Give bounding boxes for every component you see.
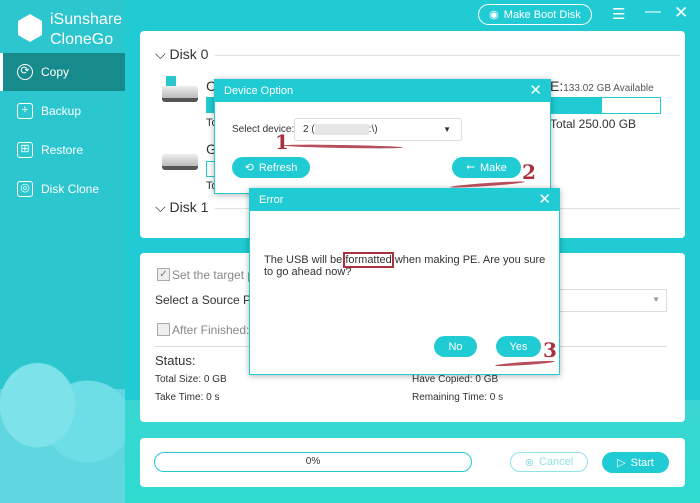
device-select-prefix: 2 ( bbox=[303, 124, 315, 136]
no-button[interactable]: No bbox=[434, 336, 477, 357]
make-boot-disk-label: Make Boot Disk bbox=[503, 8, 581, 21]
chevron-down-icon: ▼ bbox=[443, 125, 451, 134]
progress-text: 0% bbox=[305, 456, 321, 467]
after-finished-label: After Finished: bbox=[172, 323, 250, 337]
dialog-title: Device Option bbox=[224, 85, 294, 97]
app-name-line2: CloneGo bbox=[50, 31, 114, 48]
remaining-time: Remaining Time: 0 s bbox=[412, 392, 504, 403]
refresh-icon: ⟲ bbox=[244, 162, 254, 174]
drive-e-letter: E: bbox=[550, 78, 564, 94]
windows-logo-icon bbox=[166, 76, 176, 86]
copy-icon: ⟳ bbox=[17, 64, 33, 80]
select-source-label: Select a Source Pa bbox=[155, 293, 258, 307]
progress-bar: 0% bbox=[154, 452, 472, 472]
yes-label: Yes bbox=[509, 340, 528, 353]
disk0-label: Disk 0 bbox=[169, 46, 209, 62]
highlighted-word: formatted bbox=[343, 252, 394, 268]
app-name: iSunshare CloneGo bbox=[50, 10, 122, 50]
menu-icon[interactable]: ☰ bbox=[612, 5, 625, 23]
sidebar-item-label: Disk Clone bbox=[41, 182, 100, 196]
disk1-header[interactable]: ⌵ Disk 1 bbox=[155, 199, 208, 216]
windows-drive-icon bbox=[162, 86, 198, 102]
cancel-icon: ⊗ bbox=[524, 456, 534, 469]
annotation-step-1: 1 bbox=[275, 130, 289, 154]
make-boot-disk-button[interactable]: ◉ Make Boot Disk bbox=[478, 4, 592, 25]
usb-icon: ⭠ bbox=[466, 161, 475, 173]
refresh-label: Refresh bbox=[258, 161, 298, 174]
redacted-area bbox=[314, 124, 369, 135]
disc-icon: ◉ bbox=[489, 9, 499, 21]
action-panel: 0% ⊗ Cancel ▷ Start bbox=[140, 438, 685, 487]
app-name-line1: iSunshare bbox=[50, 11, 123, 28]
cancel-button[interactable]: ⊗ Cancel bbox=[510, 452, 588, 472]
device-select-suffix: :\) bbox=[368, 124, 378, 136]
have-copied: Have Copied: 0 GB bbox=[412, 374, 499, 385]
drive-e-available: 133.02 GB Available bbox=[563, 83, 654, 94]
sidebar-item-label: Backup bbox=[41, 104, 82, 118]
sidebar-item-label: Copy bbox=[41, 65, 70, 79]
message-part: The USB will be bbox=[264, 254, 346, 266]
drive-e[interactable]: E:133.02 GB Available bbox=[550, 78, 654, 96]
dialog-header: Error ✕ bbox=[250, 189, 559, 211]
device-select[interactable]: 2 ( :\) ▼ bbox=[294, 118, 462, 141]
drive-e-bar-fill bbox=[551, 98, 603, 113]
close-icon[interactable]: ✕ bbox=[529, 80, 542, 102]
sidebar-item-restore[interactable]: ⊞ Restore bbox=[0, 131, 125, 169]
set-target-checkbox[interactable]: ✓ bbox=[157, 268, 170, 281]
after-finished-checkbox[interactable] bbox=[157, 323, 170, 336]
refresh-button[interactable]: ⟲ Refresh bbox=[232, 157, 310, 178]
sidebar-item-label: Restore bbox=[41, 143, 84, 157]
close-icon[interactable]: ✕ bbox=[674, 3, 688, 23]
disk-clone-icon: ◎ bbox=[17, 181, 33, 197]
make-button[interactable]: ⭠ Make bbox=[452, 157, 521, 178]
set-target-option[interactable]: ✓ Set the target pa bbox=[157, 268, 261, 282]
status-title: Status: bbox=[155, 353, 196, 368]
make-label: Make bbox=[479, 161, 507, 174]
close-icon[interactable]: ✕ bbox=[538, 189, 551, 211]
after-finished-option[interactable]: After Finished: bbox=[157, 323, 249, 337]
drive-e-bar bbox=[550, 97, 661, 114]
chevron-down-icon: ▼ bbox=[652, 295, 660, 304]
drive-e-total: Total 250.00 GB bbox=[550, 117, 637, 131]
disk1-label: Disk 1 bbox=[169, 199, 209, 215]
disk0-header[interactable]: ⌵ Disk 0 bbox=[155, 46, 208, 63]
set-target-label: Set the target pa bbox=[172, 268, 261, 282]
drive-g-icon bbox=[162, 154, 198, 170]
dialog-title: Error bbox=[259, 194, 284, 206]
divider bbox=[215, 55, 680, 56]
restore-icon: ⊞ bbox=[17, 142, 33, 158]
error-message: The USB will be formatted when making PE… bbox=[264, 252, 554, 278]
take-time: Take Time: 0 s bbox=[155, 392, 220, 403]
no-label: No bbox=[448, 340, 463, 353]
annotation-step-2: 2 bbox=[522, 160, 536, 184]
sidebar-item-copy[interactable]: ⟳ Copy bbox=[0, 53, 125, 91]
play-icon: ▷ bbox=[617, 457, 626, 469]
total-size: Total Size: 0 GB bbox=[155, 374, 227, 385]
start-label: Start bbox=[630, 456, 654, 469]
annotation-step-3: 3 bbox=[543, 338, 557, 362]
yes-button[interactable]: Yes bbox=[496, 336, 541, 357]
sidebar-item-disk-clone[interactable]: ◎ Disk Clone bbox=[0, 170, 125, 208]
error-dialog: Error ✕ The USB will be formatted when ma… bbox=[249, 188, 560, 375]
backup-icon: + bbox=[17, 103, 33, 119]
cancel-label: Cancel bbox=[538, 456, 574, 468]
minimize-icon[interactable]: — bbox=[645, 3, 661, 21]
start-button[interactable]: ▷ Start bbox=[602, 452, 669, 473]
dialog-header: Device Option ✕ bbox=[215, 80, 550, 102]
sidebar-item-backup[interactable]: + Backup bbox=[0, 92, 125, 130]
device-option-dialog: Device Option ✕ Select device: 2 (:\) ▼ ⟲ R… bbox=[214, 79, 551, 194]
cloud-decoration bbox=[0, 340, 125, 503]
